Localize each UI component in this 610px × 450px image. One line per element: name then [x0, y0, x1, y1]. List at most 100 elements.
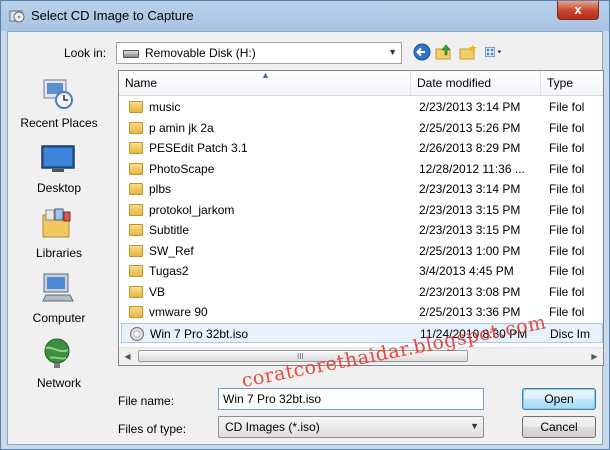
libraries-icon: [42, 208, 71, 238]
list-header: ▲ Name Date modified Type: [119, 71, 603, 96]
open-button[interactable]: Open: [522, 388, 596, 410]
folder-icon: [129, 203, 143, 216]
title-bar[interactable]: Select CD Image to Capture x: [1, 1, 609, 31]
file-name-cell: p amin jk 2a: [149, 120, 214, 135]
place-label: Libraries: [35, 246, 83, 260]
file-name-cell: vmware 90: [149, 305, 208, 319]
folder-icon: [129, 121, 143, 134]
file-row[interactable]: Subtitle 2/23/2013 3:15 PM File fol: [121, 220, 603, 240]
place-libraries[interactable]: Libraries: [8, 206, 110, 266]
dialog-window: Select CD Image to Capture x Look in: Re…: [0, 0, 610, 450]
close-button[interactable]: x: [557, 1, 599, 20]
place-label: Network: [36, 376, 81, 390]
date-modified-cell: 2/23/2013 3:08 PM: [419, 284, 521, 299]
folder-icon: [129, 142, 143, 154]
chevron-down-icon[interactable]: ▼: [470, 421, 479, 431]
place-label: Desktop: [36, 181, 82, 195]
file-name-cell: SW_Ref: [149, 243, 194, 258]
file-type-cell: File fol: [549, 305, 585, 319]
date-modified-cell: 3/4/2013 4:45 PM: [419, 264, 514, 278]
place-desktop[interactable]: Desktop: [8, 141, 110, 201]
file-row[interactable]: p amin jk 2a 2/25/2013 5:26 PM File fol: [121, 118, 603, 138]
column-header-name[interactable]: ▲ Name: [119, 71, 411, 95]
file-name-cell: Win 7 Pro 32bt.iso: [150, 326, 249, 341]
look-in-label: Look in:: [64, 46, 107, 60]
file-type-dropdown[interactable]: CD Images (*.iso) ▼: [218, 416, 484, 438]
folder-icon: [129, 244, 143, 257]
back-icon[interactable]: [412, 42, 432, 62]
folder-icon: [129, 224, 143, 236]
date-modified-cell: 2/26/2013 8:29 PM: [419, 141, 521, 155]
file-type-cell: File fol: [549, 223, 585, 237]
look-in-value: Removable Disk (H:): [145, 46, 256, 60]
file-row[interactable]: plbs 2/23/2013 3:14 PM File fol: [121, 179, 603, 199]
date-modified-cell: 2/23/2013 3:14 PM: [419, 182, 521, 196]
file-name-cell: VB: [149, 284, 166, 299]
file-type-label: Files of type:: [118, 422, 187, 436]
place-computer[interactable]: Computer: [8, 271, 110, 331]
file-type-cell: File fol: [549, 243, 585, 258]
place-label: Recent Places: [20, 116, 98, 130]
file-type-cell: File fol: [549, 161, 585, 176]
place-label: Computer: [32, 311, 86, 325]
file-row[interactable]: SW_Ref 2/25/2013 1:00 PM File fol: [121, 241, 603, 261]
places-bar: Recent Places Desktop Libraries Computer…: [8, 68, 110, 390]
file-type-cell: File fol: [549, 182, 585, 196]
scroll-left-icon[interactable]: ◀: [119, 348, 136, 365]
date-modified-cell: 2/25/2013 5:26 PM: [419, 120, 521, 135]
file-row[interactable]: PhotoScape 12/28/2012 11:36 ... File fol: [121, 159, 603, 179]
date-modified-cell: 2/23/2013 3:15 PM: [419, 202, 521, 217]
column-header-label: Name: [125, 76, 158, 90]
scroll-right-icon[interactable]: ▶: [586, 348, 603, 365]
views-menu-icon[interactable]: [484, 42, 504, 62]
folder-icon: [129, 183, 143, 195]
folder-icon: [129, 306, 143, 318]
file-name-input[interactable]: Win 7 Pro 32bt.iso: [218, 388, 484, 410]
dialog-body: Look in: Removable Disk (H:) ▼ Recent Pl…: [7, 31, 604, 445]
up-folder-icon[interactable]: [434, 42, 454, 62]
file-name-label: File name:: [118, 394, 175, 408]
file-row[interactable]: PESEdit Patch 3.1 2/26/2013 8:29 PM File f…: [121, 138, 603, 158]
file-type-cell: File fol: [549, 120, 585, 135]
file-type-value: CD Images (*.iso): [225, 420, 320, 434]
look-in-dropdown[interactable]: Removable Disk (H:) ▼: [116, 42, 402, 64]
file-type-cell: File fol: [549, 284, 585, 299]
window-title: Select CD Image to Capture: [31, 8, 194, 23]
file-name-cell: plbs: [149, 182, 172, 196]
folder-icon: [129, 101, 143, 113]
network-icon: [44, 338, 70, 368]
folder-icon: [129, 285, 143, 298]
computer-icon: [42, 273, 74, 302]
place-recent-places[interactable]: Recent Places: [8, 76, 110, 136]
file-row[interactable]: protokol_jarkom 2/23/2013 3:15 PM File fol: [121, 200, 603, 220]
file-name-cell: Subtitle: [149, 223, 190, 237]
new-folder-icon[interactable]: [458, 42, 478, 62]
date-modified-cell: 12/28/2012 11:36 ...: [419, 161, 525, 176]
date-modified-cell: 2/23/2013 3:14 PM: [419, 100, 521, 114]
column-header-label: Type: [547, 76, 574, 90]
folder-icon: [129, 162, 143, 175]
file-name-cell: PhotoScape: [149, 161, 215, 176]
removable-disk-icon: [123, 50, 139, 58]
chevron-down-icon[interactable]: ▼: [388, 47, 397, 57]
column-header-date-modified[interactable]: Date modified: [411, 71, 541, 95]
file-row[interactable]: Tugas2 3/4/2013 4:45 PM File fol: [121, 261, 603, 281]
file-type-cell: File fol: [549, 264, 585, 278]
file-type-cell: Disc Im: [550, 326, 590, 341]
file-type-cell: File fol: [549, 202, 585, 217]
recent-places-icon: [43, 79, 73, 109]
column-header-label: Date modified: [417, 76, 492, 90]
file-type-cell: File fol: [549, 100, 585, 114]
date-modified-cell: 2/23/2013 3:15 PM: [419, 223, 521, 237]
cancel-button[interactable]: Cancel: [522, 416, 596, 438]
file-row[interactable]: music 2/23/2013 3:14 PM File fol: [121, 97, 603, 117]
date-modified-cell: 2/25/2013 1:00 PM: [419, 243, 521, 258]
file-type-cell: File fol: [549, 141, 585, 155]
file-name-cell: Tugas2: [149, 264, 189, 278]
file-name-cell: music: [149, 100, 181, 114]
file-name-cell: PESEdit Patch 3.1: [149, 141, 248, 155]
file-row[interactable]: VB 2/23/2013 3:08 PM File fol: [121, 282, 603, 302]
sort-ascending-icon: ▲: [261, 70, 270, 80]
place-network[interactable]: Network: [8, 336, 110, 396]
column-header-type[interactable]: Type: [541, 71, 603, 95]
